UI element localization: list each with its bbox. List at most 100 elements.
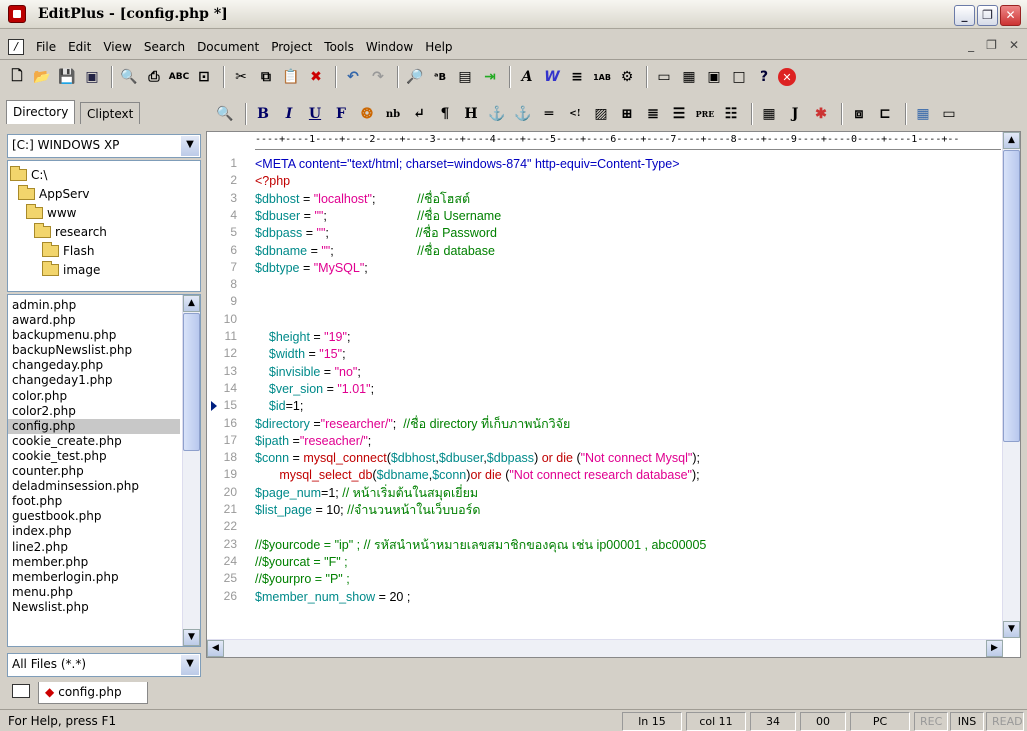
file-item[interactable]: changeday1.php xyxy=(12,373,180,388)
save-all-icon[interactable]: ▣ xyxy=(81,66,103,88)
stop-icon[interactable]: ✕ xyxy=(778,68,796,86)
code-line[interactable]: //$yourpro = "P" ; xyxy=(255,571,350,588)
javascript-icon[interactable]: J xyxy=(784,103,806,125)
image-icon[interactable]: ▨ xyxy=(590,103,612,125)
cascade-icon[interactable]: ▭ xyxy=(653,66,675,88)
save-icon[interactable]: 💾 xyxy=(56,66,78,88)
paste-icon[interactable]: 📋 xyxy=(280,66,302,88)
pre-icon[interactable]: PRE xyxy=(694,103,716,125)
file-item[interactable]: deladminsession.php xyxy=(12,479,180,494)
close-button[interactable]: ✕ xyxy=(1000,5,1021,26)
scroll-left-icon[interactable]: ◀ xyxy=(207,640,224,657)
link-icon[interactable]: ⚓ xyxy=(486,103,508,125)
scroll-down-icon[interactable]: ▼ xyxy=(183,629,200,646)
new-file-icon[interactable]: 🗋 xyxy=(6,66,28,88)
list-icon[interactable]: ☷ xyxy=(720,103,742,125)
paragraph-icon[interactable]: ¶ xyxy=(434,103,456,125)
comment-icon[interactable]: <! xyxy=(564,103,586,125)
word-wrap-icon[interactable]: W xyxy=(541,66,563,88)
nbsp-icon[interactable]: nb xyxy=(382,103,404,125)
scroll-right-icon[interactable]: ▶ xyxy=(986,640,1003,657)
style-icon[interactable]: ✱ xyxy=(810,103,832,125)
replace-icon[interactable]: ᵃB xyxy=(429,66,451,88)
menu-help[interactable]: Help xyxy=(419,40,458,54)
code-line[interactable]: $height = "19"; xyxy=(255,329,351,346)
find-in-files-icon[interactable]: ▤ xyxy=(454,66,476,88)
menu-tools[interactable]: Tools xyxy=(318,40,360,54)
file-item[interactable]: backupmenu.php xyxy=(12,328,180,343)
folder-item[interactable]: Flash xyxy=(8,241,200,260)
editplus-app-icon[interactable] xyxy=(8,5,26,23)
folder-item[interactable]: image xyxy=(8,260,200,279)
italic-icon[interactable]: I xyxy=(278,103,300,125)
file-item[interactable]: member.php xyxy=(12,555,180,570)
code-line[interactable]: $list_page = 10; //จำนวนหน้าในเว็บบอร์ด xyxy=(255,502,480,519)
code-line[interactable]: $dbhost = "localhost"; //ชื่อโฮสต์ xyxy=(255,191,470,208)
color-icon[interactable]: ❂ xyxy=(356,103,378,125)
code-line[interactable]: $dbuser = ""; //ชื่อ Username xyxy=(255,208,501,225)
code-line[interactable]: $dbpass = ""; //ชื่อ Password xyxy=(255,225,497,242)
chevron-down-icon[interactable]: ▼ xyxy=(181,136,199,156)
menu-file[interactable]: File xyxy=(30,40,62,54)
scroll-down-icon[interactable]: ▼ xyxy=(1003,621,1020,638)
code-line[interactable]: $ipath ="reseacher/"; xyxy=(255,433,371,450)
editor-horizontal-scrollbar[interactable]: ◀ ▶ xyxy=(207,639,1003,657)
code-line[interactable]: $dbtype = "MySQL"; xyxy=(255,260,368,277)
minimize-button[interactable]: _ xyxy=(954,5,975,26)
cut-icon[interactable]: ✂ xyxy=(230,66,252,88)
file-item[interactable]: counter.php xyxy=(12,464,180,479)
table-icon[interactable]: ⊞ xyxy=(616,103,638,125)
underline-icon[interactable]: U xyxy=(304,103,326,125)
menu-window[interactable]: Window xyxy=(360,40,419,54)
folder-item[interactable]: www xyxy=(8,203,200,222)
scroll-up-icon[interactable]: ▲ xyxy=(1003,132,1020,149)
file-item[interactable]: guestbook.php xyxy=(12,509,180,524)
ruler-icon[interactable]: ≡ xyxy=(566,66,588,88)
file-item[interactable]: backupNewslist.php xyxy=(12,343,180,358)
delete-icon[interactable]: ✖ xyxy=(305,66,327,88)
file-list-scrollbar[interactable]: ▲ ▼ xyxy=(182,295,200,646)
form-icon[interactable]: ▦ xyxy=(758,103,780,125)
code-line[interactable]: $member_num_show = 20 ; xyxy=(255,589,410,606)
file-item[interactable]: menu.php xyxy=(12,585,180,600)
file-item[interactable]: cookie_test.php xyxy=(12,449,180,464)
code-line[interactable]: mysql_select_db($dbname,$conn)or die ("N… xyxy=(255,467,699,484)
document-icon[interactable]: / xyxy=(8,38,24,55)
open-folder-icon[interactable]: 📂 xyxy=(31,66,53,88)
browser-view-icon[interactable]: ⊡ xyxy=(193,66,215,88)
anchor-icon[interactable]: ⚓ xyxy=(512,103,534,125)
file-item[interactable]: foot.php xyxy=(12,494,180,509)
file-item[interactable]: color.php xyxy=(12,389,180,404)
grid-icon[interactable]: ▦ xyxy=(912,103,934,125)
line-number-icon[interactable]: 1AB xyxy=(591,66,613,88)
folder-item[interactable]: research xyxy=(8,222,200,241)
tile-horizontal-icon[interactable]: ▦ xyxy=(678,66,700,88)
mdi-minimize-button[interactable]: _ xyxy=(968,38,974,52)
tab-directory[interactable]: Directory xyxy=(6,100,76,124)
code-line[interactable]: $page_num=1; // หน้าเริ่มต้นในสมุดเยี่ยม xyxy=(255,485,478,502)
undo-icon[interactable]: ↶ xyxy=(342,66,364,88)
code-line[interactable]: //$yourcode = "ip" ; // รหัสนำหน้าหมายเล… xyxy=(255,537,706,554)
redo-icon[interactable]: ↷ xyxy=(367,66,389,88)
code-line[interactable]: $ver_sion = "1.01"; xyxy=(255,381,374,398)
folder-item[interactable]: C:\ xyxy=(8,165,200,184)
code-line[interactable]: $conn = mysql_connect($dbhost,$dbuser,$d… xyxy=(255,450,700,467)
heading-icon[interactable]: H xyxy=(460,103,482,125)
file-item[interactable]: cookie_create.php xyxy=(12,434,180,449)
code-line[interactable]: $width = "15"; xyxy=(255,346,346,363)
scroll-thumb[interactable] xyxy=(1003,150,1020,442)
window-list-icon[interactable] xyxy=(12,684,30,698)
menu-document[interactable]: Document xyxy=(191,40,265,54)
tile-vertical-icon[interactable]: ▣ xyxy=(703,66,725,88)
file-item[interactable]: award.php xyxy=(12,313,180,328)
print-icon[interactable]: ⎙ xyxy=(143,66,165,88)
document-tab[interactable]: ◆ config.php xyxy=(38,682,148,704)
align-right-icon[interactable]: ☰ xyxy=(668,103,690,125)
menu-edit[interactable]: Edit xyxy=(62,40,97,54)
mdi-close-button[interactable]: ✕ xyxy=(1009,38,1019,52)
file-item[interactable]: Newslist.php xyxy=(12,600,180,615)
folder-item[interactable]: AppServ xyxy=(8,184,200,203)
window-icon[interactable]: ▭ xyxy=(938,103,960,125)
hr-icon[interactable]: ═ xyxy=(538,103,560,125)
context-help-icon[interactable]: ? xyxy=(753,66,775,88)
